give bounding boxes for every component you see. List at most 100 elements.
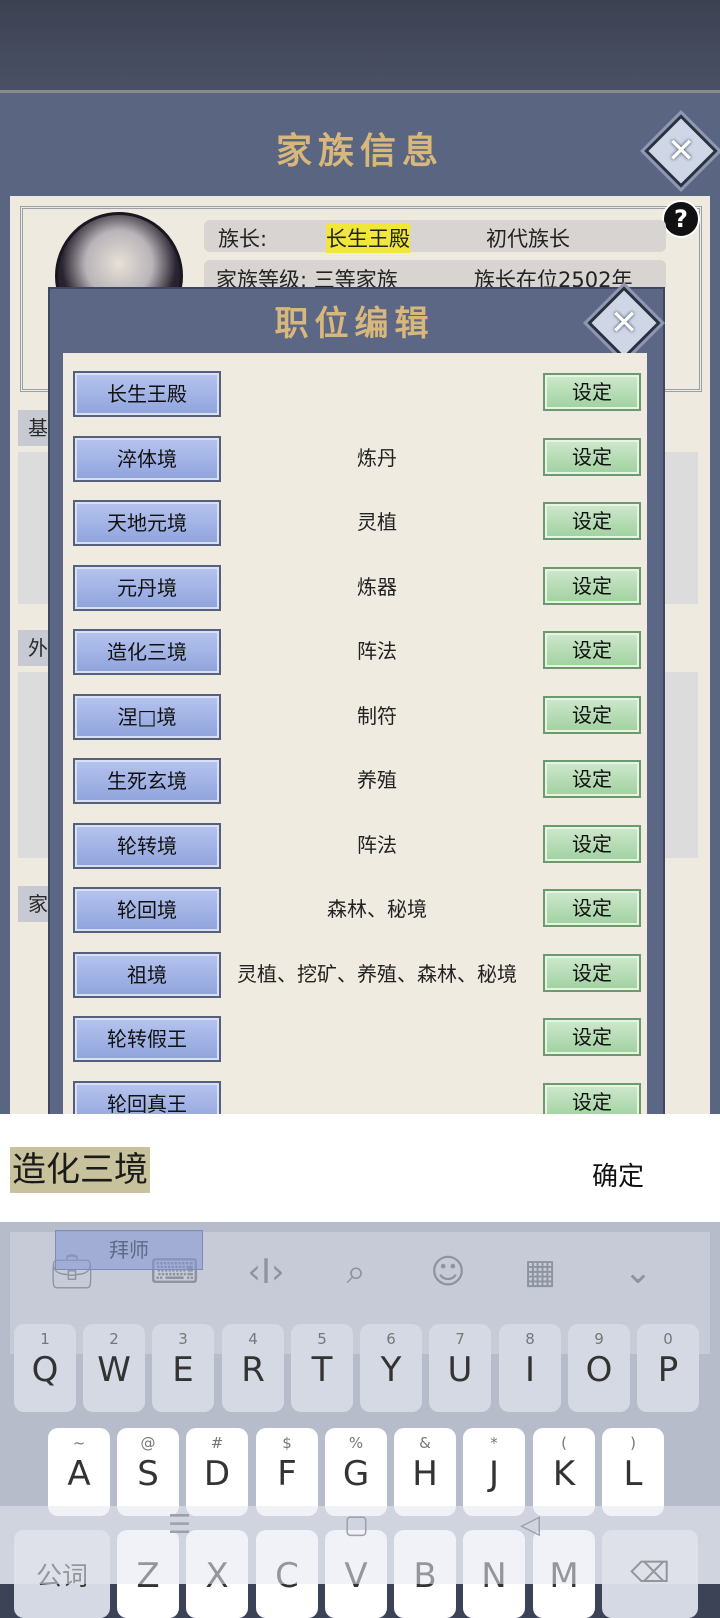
key-y[interactable]: 6Y <box>360 1324 422 1412</box>
key-letter: W <box>97 1350 131 1390</box>
position-editor-title: 职位编辑 <box>274 304 435 344</box>
realm-button[interactable]: 轮转境 <box>73 823 221 869</box>
position-row: 淬体境 炼丹 设定 <box>63 428 647 488</box>
set-button[interactable]: 设定 <box>543 438 641 476</box>
key-u[interactable]: 7U <box>429 1324 491 1412</box>
key-letter: L <box>623 1454 643 1494</box>
position-row: 涅□境 制符 设定 <box>63 686 647 746</box>
key-s[interactable]: @ S <box>117 1428 179 1516</box>
position-duty <box>231 363 523 423</box>
key-l[interactable]: ) L <box>602 1428 664 1516</box>
key-i[interactable]: 8I <box>499 1324 561 1412</box>
realm-button[interactable]: 长生王殿 <box>73 371 221 417</box>
key-q[interactable]: 1Q <box>14 1324 76 1412</box>
position-duty <box>231 1073 523 1117</box>
position-duty: 制符 <box>357 704 397 728</box>
position-row: 轮回真王 设定 <box>63 1073 647 1117</box>
key-symbol: 1 <box>40 1330 50 1348</box>
position-duty <box>231 1008 523 1068</box>
realm-button[interactable]: 涅□境 <box>73 694 221 740</box>
position-duty: 灵植、挖矿、养殖、森林、秘境 <box>237 962 517 986</box>
search-icon[interactable]: ⌕ <box>332 1252 380 1292</box>
set-button[interactable]: 设定 <box>543 1018 641 1056</box>
position-row: 造化三境 阵法 设定 <box>63 621 647 681</box>
set-button[interactable]: 设定 <box>543 760 641 798</box>
family-panel-title: 家族信息 <box>275 130 444 172</box>
patriarch-name: 长生王殿 <box>326 223 410 253</box>
key-symbol: 3 <box>178 1330 188 1348</box>
realm-button[interactable]: 轮回真王 <box>73 1081 221 1117</box>
confirm-button[interactable]: 确定 <box>592 1156 644 1193</box>
set-button[interactable]: 设定 <box>543 502 641 540</box>
realm-button[interactable]: 元丹境 <box>73 565 221 611</box>
key-symbol: ~ <box>72 1434 86 1452</box>
realm-button[interactable]: 天地元境 <box>73 500 221 546</box>
set-button[interactable]: 设定 <box>543 567 641 605</box>
realm-button[interactable]: 生死玄境 <box>73 758 221 804</box>
apprentice-button[interactable]: 拜师 <box>55 1230 203 1270</box>
key-w[interactable]: 2W <box>83 1324 145 1412</box>
set-button[interactable]: 设定 <box>543 631 641 669</box>
key-letter: E <box>172 1350 194 1390</box>
key-letter: D <box>203 1454 231 1494</box>
cursor-icon[interactable]: ‹I› <box>242 1252 290 1292</box>
key-letter: H <box>412 1454 438 1494</box>
help-icon[interactable]: ? <box>662 200 700 238</box>
key-letter: S <box>137 1454 159 1494</box>
realm-button[interactable]: 轮转假王 <box>73 1016 221 1062</box>
chevron-down-icon[interactable]: ⌄ <box>614 1252 662 1292</box>
home-icon[interactable]: ▢ <box>344 1510 369 1540</box>
set-button[interactable]: 设定 <box>543 889 641 927</box>
key-symbol: # <box>210 1434 224 1452</box>
key-letter: I <box>524 1350 536 1390</box>
key-symbol: 6 <box>386 1330 396 1348</box>
key-letter: J <box>488 1454 500 1494</box>
key-p[interactable]: 0P <box>637 1324 699 1412</box>
realm-button[interactable]: 造化三境 <box>73 629 221 675</box>
position-row: 祖境 灵植、挖矿、养殖、森林、秘境 设定 <box>63 944 647 1004</box>
emoji-icon[interactable]: ☺ <box>424 1252 472 1292</box>
realm-button[interactable]: 淬体境 <box>73 436 221 482</box>
menu-icon[interactable]: ☰ <box>168 1510 191 1540</box>
set-button[interactable]: 设定 <box>543 954 641 992</box>
grid-icon[interactable]: ▦ <box>516 1252 564 1292</box>
key-letter: U <box>447 1350 473 1390</box>
position-row: 天地元境 灵植 设定 <box>63 492 647 552</box>
position-row: 长生王殿 设定 <box>63 363 647 423</box>
set-button[interactable]: 设定 <box>543 1083 641 1117</box>
key-h[interactable]: & H <box>394 1428 456 1516</box>
key-symbol: 7 <box>455 1330 465 1348</box>
position-list: 长生王殿 设定 淬体境 炼丹 设定 天地元境 灵植 设定 元丹境 炼器 设定 造… <box>63 353 647 1117</box>
key-e[interactable]: 3E <box>152 1324 214 1412</box>
position-row: 轮转境 阵法 设定 <box>63 815 647 875</box>
set-button[interactable]: 设定 <box>543 696 641 734</box>
key-k[interactable]: (K <box>533 1428 595 1516</box>
set-button[interactable]: 设定 <box>543 825 641 863</box>
position-duty: 养殖 <box>357 768 397 792</box>
key-f[interactable]: $ F <box>256 1428 318 1516</box>
key-letter: G <box>342 1454 370 1494</box>
key-t[interactable]: 5T <box>291 1324 353 1412</box>
key-symbol: @ <box>140 1434 156 1452</box>
key-a[interactable]: ~ A <box>48 1428 110 1516</box>
key-r[interactable]: 4R <box>222 1324 284 1412</box>
key-o[interactable]: 9O <box>568 1324 630 1412</box>
set-button[interactable]: 设定 <box>543 373 641 411</box>
key-letter: Q <box>31 1350 59 1390</box>
key-symbol: & <box>419 1434 431 1452</box>
position-duty: 阵法 <box>357 833 397 857</box>
key-g[interactable]: % G <box>325 1428 387 1516</box>
position-duty: 阵法 <box>357 639 397 663</box>
close-icon: ✕ <box>666 131 696 171</box>
key-d[interactable]: # D <box>186 1428 248 1516</box>
back-icon[interactable]: ◁ <box>520 1510 540 1540</box>
close-icon: ✕ <box>609 303 639 343</box>
realm-button[interactable]: 祖境 <box>73 952 221 998</box>
key-j[interactable]: * J <box>463 1428 525 1516</box>
position-row: 轮转假王 设定 <box>63 1008 647 1068</box>
key-letter: K <box>552 1454 576 1494</box>
position-row: 生死玄境 养殖 设定 <box>63 750 647 810</box>
key-symbol: 4 <box>248 1330 258 1348</box>
position-name-input[interactable]: 造化三境 <box>10 1147 150 1193</box>
realm-button[interactable]: 轮回境 <box>73 887 221 933</box>
